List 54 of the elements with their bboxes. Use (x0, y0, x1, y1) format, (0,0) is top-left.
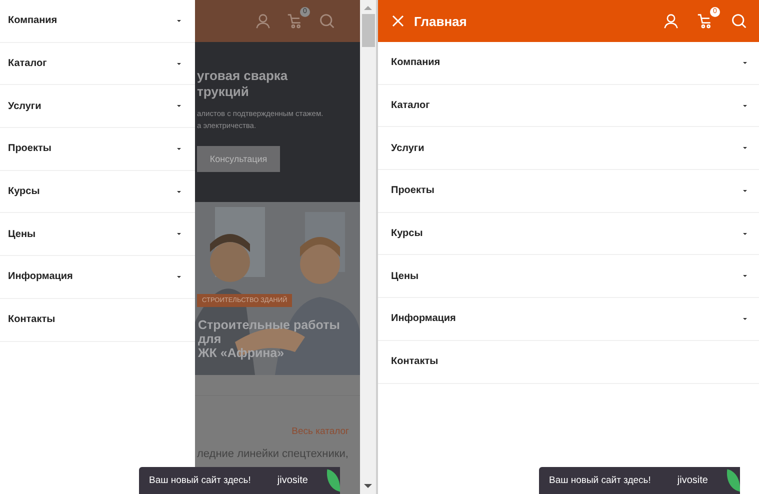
caret-icon[interactable] (743, 147, 747, 150)
cart-icon[interactable] (697, 13, 713, 29)
leaf-icon (724, 467, 740, 494)
card-title: Строительные работы (198, 318, 340, 332)
scrollbar-thumb[interactable] (362, 14, 374, 47)
caret-icon[interactable] (177, 276, 181, 278)
menu-item[interactable]: Проекты (391, 185, 434, 196)
user-icon[interactable] (255, 13, 271, 29)
card-title: для (198, 332, 222, 346)
menu-item[interactable]: Информация (8, 271, 73, 282)
chat-widget[interactable]: Ваш новый сайт здесь! jivosite (539, 467, 740, 494)
scroll-down-icon[interactable] (364, 484, 372, 488)
hero-title: трукций (197, 84, 250, 100)
menu-item[interactable]: Компания (8, 15, 58, 26)
scrollbar[interactable] (360, 0, 376, 494)
brand-logo: jivosite (677, 475, 708, 486)
menu-item[interactable]: Проекты (8, 143, 52, 154)
menu-item[interactable]: Каталог (391, 100, 430, 112)
menu-item[interactable]: Каталог (8, 58, 47, 70)
hero-title: уговая сварка (197, 68, 288, 84)
caret-icon[interactable] (743, 232, 747, 235)
caret-icon[interactable] (743, 275, 747, 278)
leaf-icon (324, 467, 340, 494)
caret-icon[interactable] (177, 148, 181, 150)
cart-icon[interactable] (287, 13, 303, 29)
menu-item[interactable]: Информация (391, 313, 456, 324)
menu-item[interactable]: Курсы (391, 228, 423, 240)
close-icon[interactable] (392, 15, 404, 27)
menu-item[interactable]: Цены (391, 270, 419, 282)
chat-text: Ваш новый сайт здесь! (549, 475, 651, 486)
page-title: Главная (414, 14, 467, 28)
menu-item[interactable]: Контакты (391, 356, 438, 368)
caret-icon[interactable] (177, 233, 181, 236)
menu-item[interactable]: Контакты (8, 314, 56, 326)
caret-icon[interactable] (743, 104, 747, 107)
chat-text: Ваш новый сайт здесь! (149, 475, 251, 486)
caret-icon[interactable] (177, 190, 181, 193)
card-title: ЖК «Африна» (198, 346, 286, 360)
search-icon[interactable] (731, 13, 747, 29)
caret-icon[interactable] (177, 105, 181, 108)
user-icon[interactable] (663, 13, 679, 29)
caret-icon[interactable] (177, 62, 181, 65)
caret-icon[interactable] (177, 20, 181, 22)
menu-item[interactable]: Услуги (8, 100, 42, 112)
menu-item[interactable]: Компания (391, 57, 440, 68)
menu-item[interactable]: Курсы (8, 186, 40, 198)
menu-item[interactable]: Цены (8, 228, 36, 240)
caret-icon[interactable] (743, 190, 747, 192)
menu-item[interactable]: Услуги (391, 142, 424, 154)
search-icon[interactable] (319, 13, 335, 29)
chat-widget[interactable]: Ваш новый сайт здесь! jivosite (139, 467, 340, 494)
caret-icon[interactable] (743, 318, 747, 320)
caret-icon[interactable] (743, 62, 747, 64)
brand-logo: jivosite (277, 475, 308, 486)
